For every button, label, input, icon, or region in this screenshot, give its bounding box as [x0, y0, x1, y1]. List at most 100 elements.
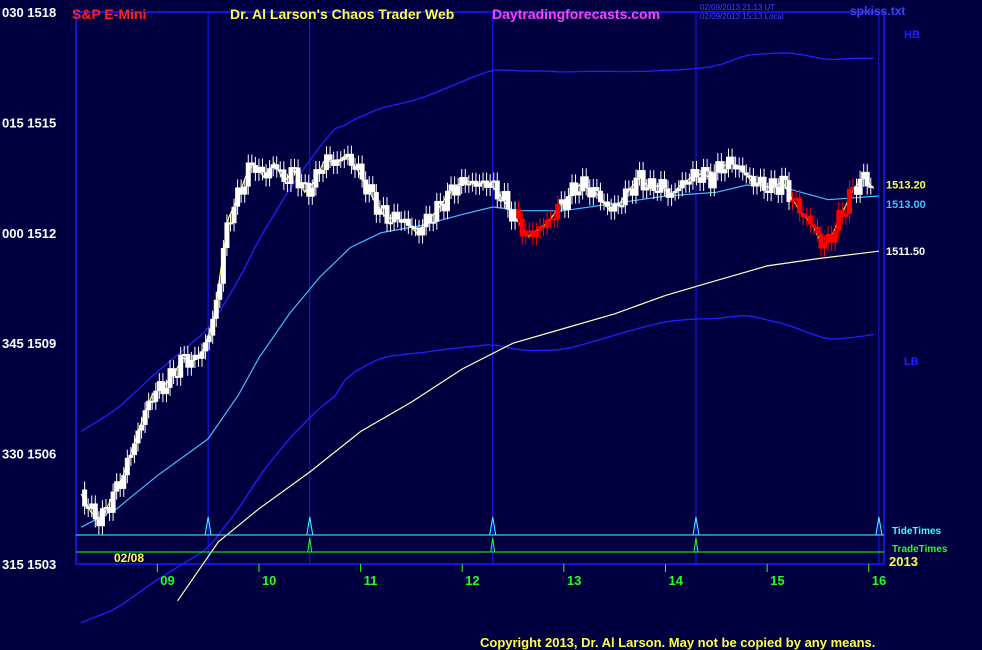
candle-body — [811, 224, 817, 227]
candle-body — [171, 368, 177, 376]
level-label: 1513.20 — [886, 180, 926, 192]
lower-band-label: LB — [904, 356, 919, 368]
candle-body — [644, 187, 650, 191]
x-tick-label: 11 — [364, 573, 378, 588]
candle-body — [505, 191, 511, 210]
x-tick-label: 14 — [668, 573, 683, 588]
candle-body — [163, 387, 169, 395]
tide-trade-rows — [76, 516, 884, 553]
candle-body — [693, 169, 699, 178]
candle-body — [843, 213, 849, 217]
y-tick-label: 330 1506 — [2, 447, 56, 462]
candle-body — [267, 168, 273, 179]
candle-body — [142, 410, 148, 425]
candle-body — [704, 167, 710, 172]
candle-body — [217, 283, 223, 300]
candle-body — [121, 475, 127, 489]
candle-body — [605, 201, 611, 207]
y-tick-label: 000 1512 — [2, 226, 56, 241]
candle-body — [92, 503, 98, 520]
y-tick-label: 345 1509 — [2, 336, 56, 351]
candle-body — [242, 186, 248, 195]
candle-body — [722, 169, 728, 174]
candle-body — [669, 192, 675, 198]
candle-body — [99, 508, 105, 527]
candle-body — [281, 169, 287, 182]
candle-body — [594, 187, 600, 191]
level-label: 1511.50 — [886, 246, 925, 258]
x-tick-label: 15 — [770, 573, 784, 588]
candle-body — [359, 163, 365, 180]
candle-body — [864, 171, 870, 187]
candle-body — [743, 172, 749, 176]
candle-body — [822, 243, 828, 249]
candle-body — [516, 209, 522, 219]
candle-body — [135, 430, 141, 444]
trade-times-label: TradeTimes — [892, 544, 948, 555]
candle-body — [178, 354, 184, 378]
file-name: spkiss.txt — [850, 4, 905, 18]
upper-band — [80, 52, 874, 433]
candle-body — [128, 455, 134, 458]
candle-body — [320, 170, 326, 174]
candle-body — [131, 443, 137, 456]
candle-body — [203, 342, 209, 352]
author-title: Dr. Al Larson's Chaos Trader Web — [230, 6, 454, 22]
candle-body — [405, 218, 411, 226]
candle-body — [437, 200, 443, 204]
candle-body — [661, 179, 667, 189]
site-link[interactable]: Daytradingforecasts.com — [492, 6, 660, 22]
y-tick-label: 015 1515 — [2, 115, 56, 130]
local-stamp: 02/09/2013 15:13 Local — [700, 12, 784, 21]
candle-body — [846, 188, 852, 214]
candle-body — [754, 183, 760, 187]
tide-times-label: TideTimes — [892, 526, 942, 537]
candle-body — [676, 188, 682, 192]
plot-frame — [75, 11, 885, 565]
candle-body — [427, 213, 433, 224]
candle-body — [633, 177, 639, 196]
candle-body — [309, 187, 315, 197]
candle-body — [327, 154, 333, 160]
candle-body — [565, 196, 571, 210]
candle-body — [444, 190, 450, 212]
candle-body — [455, 185, 461, 196]
copyright: Copyright 2013, Dr. Al Larson. May not b… — [480, 635, 875, 650]
candle-body — [466, 183, 472, 186]
candle-body — [797, 197, 803, 214]
candle-body — [555, 203, 561, 220]
candle-body — [348, 153, 354, 166]
candle-body — [260, 166, 266, 173]
candle-body — [533, 230, 539, 238]
x-tick-label: 12 — [465, 573, 479, 588]
candle-body — [772, 178, 778, 187]
candle-body — [544, 219, 550, 228]
x-tick-label: 13 — [567, 573, 581, 588]
candle-body — [210, 318, 216, 336]
candle-body — [430, 221, 436, 224]
candle-body — [249, 162, 255, 165]
candle-body — [729, 156, 735, 165]
candle-body — [576, 191, 582, 196]
y-tick-label: 315 1503 — [2, 557, 56, 572]
x-tick-label: 09 — [160, 573, 174, 588]
candle-body — [832, 230, 838, 243]
candle-body — [384, 205, 390, 224]
candle-body — [395, 211, 401, 220]
candle-body — [740, 165, 746, 173]
candle-body — [672, 191, 678, 194]
candles — [82, 145, 874, 535]
candle-body — [597, 190, 603, 203]
candle-body — [761, 176, 767, 191]
upper-band-label: HB — [904, 29, 920, 41]
candle-body — [790, 200, 796, 203]
candle-body — [124, 457, 130, 476]
candle-body — [434, 200, 440, 222]
candle-body — [82, 489, 88, 507]
year-label: 2013 — [889, 554, 918, 569]
x-tick-label: 16 — [872, 573, 886, 588]
candle-body — [220, 248, 226, 284]
symbol-title: S&P E-Mini — [72, 6, 146, 22]
candle-body — [388, 222, 394, 225]
candle-body — [814, 226, 820, 234]
